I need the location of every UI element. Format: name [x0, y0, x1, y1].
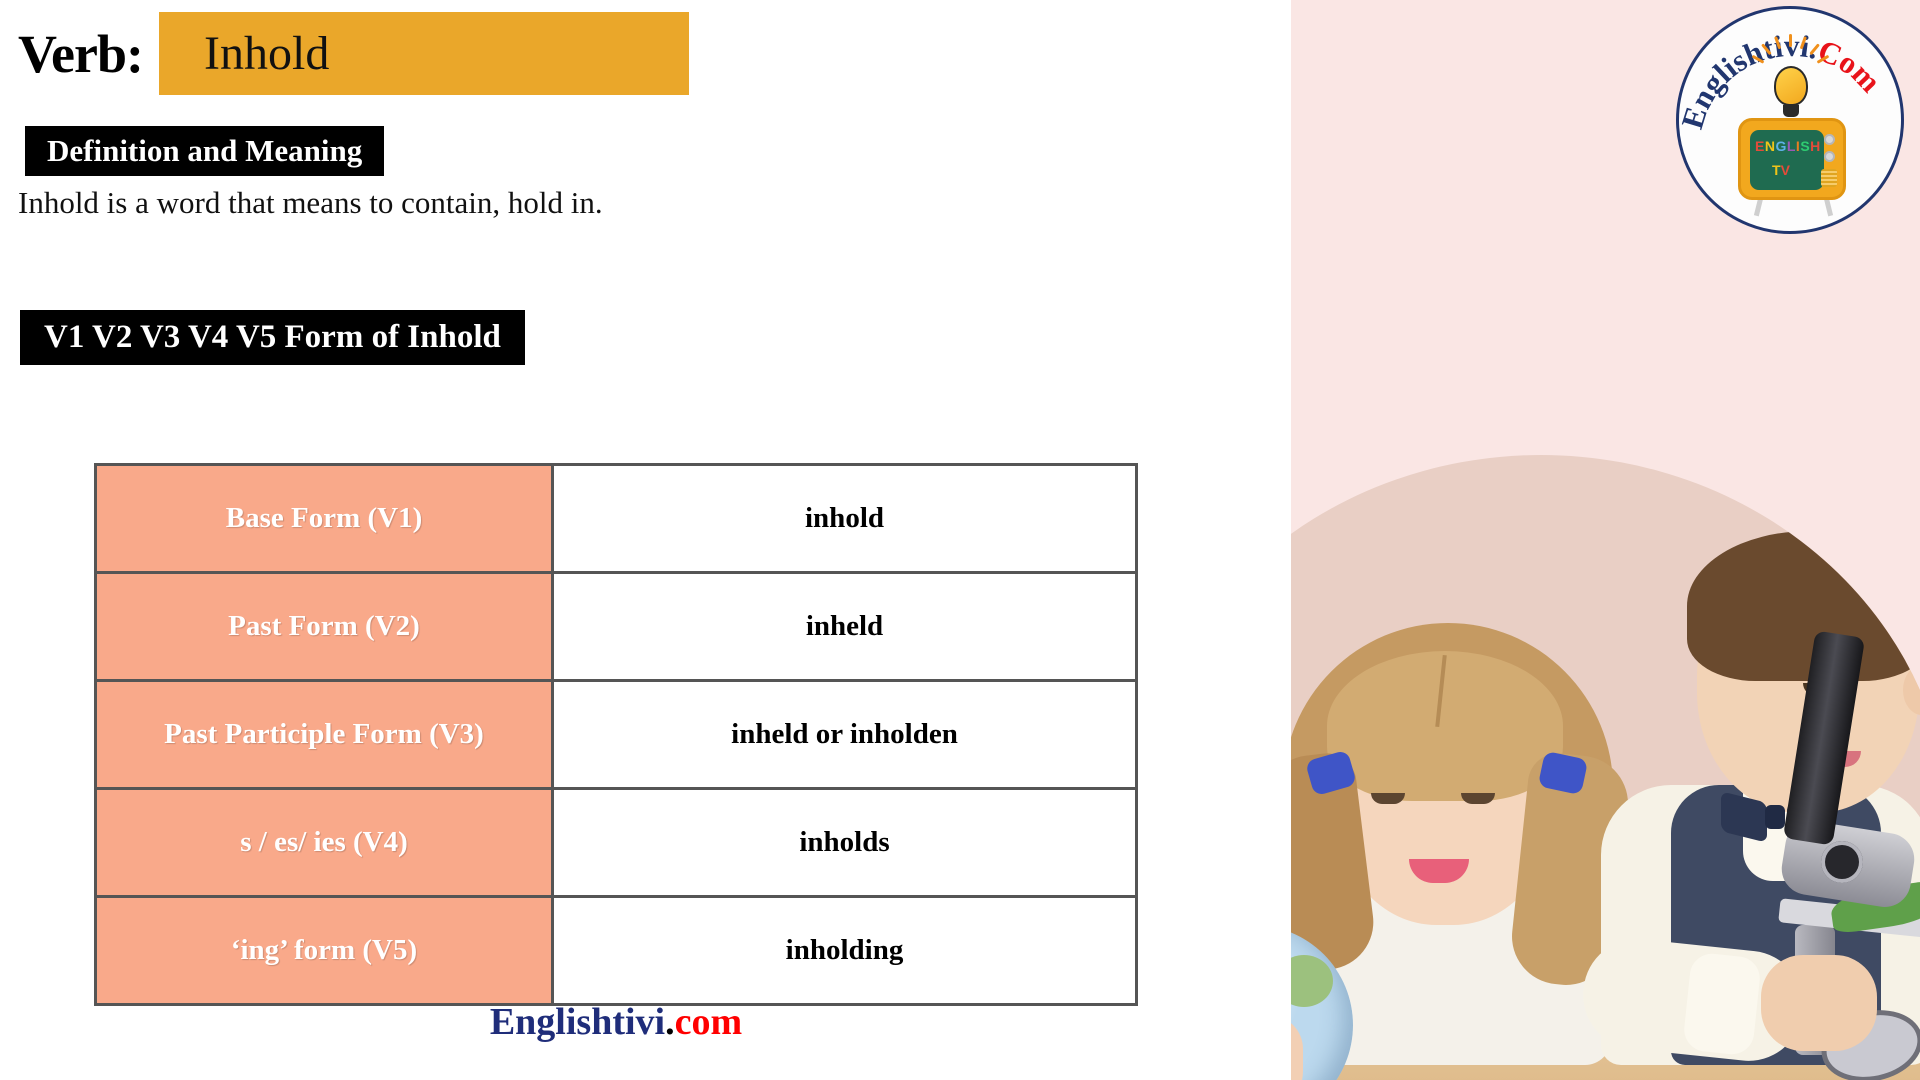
- footer-brand-dot: .: [665, 1001, 675, 1043]
- form-value-v4: inholds: [551, 787, 1138, 898]
- forms-section-badge: V1 V2 V3 V4 V5 Form of Inhold: [20, 310, 525, 365]
- form-label-v3: Past Participle Form (V3): [94, 679, 554, 790]
- tv-knob-icon: [1824, 134, 1835, 145]
- globe-landmass: [1291, 955, 1333, 1007]
- boy-cuff: [1682, 951, 1762, 1057]
- bulb-ray-icon: [1789, 34, 1792, 47]
- tv-word-top: ENGLISH: [1755, 138, 1821, 154]
- footer-brand[interactable]: Englishtivi.com: [94, 1000, 1138, 1044]
- table-row: Past Participle Form (V3) inheld or inho…: [94, 679, 1138, 790]
- definition-text: Inhold is a word that means to contain, …: [18, 185, 603, 220]
- photo-arch-shape: [1291, 455, 1920, 1080]
- lightbulb-base-icon: [1783, 105, 1799, 117]
- footer-brand-name: Englishtivi: [489, 1001, 666, 1043]
- form-label-v5: ‘ing’ form (V5): [94, 895, 554, 1006]
- verb-heading-row: Verb: Inhold: [18, 12, 689, 95]
- television-icon: ENGLISH TV: [1738, 118, 1846, 200]
- lightbulb-icon: [1774, 66, 1808, 106]
- tv-word-bottom: TV: [1772, 162, 1790, 178]
- form-value-v5: inholding: [551, 895, 1138, 1006]
- form-label-v2: Past Form (V2): [94, 571, 554, 682]
- tv-screen: ENGLISH TV: [1750, 130, 1824, 190]
- footer-brand-tld: com: [674, 1001, 743, 1043]
- form-value-v3: inheld or inholden: [551, 679, 1138, 790]
- logo-arc-red: Com: [1813, 32, 1888, 99]
- form-label-v4: s / es/ ies (V4): [94, 787, 554, 898]
- tv-knob-icon: [1824, 151, 1835, 162]
- form-label-v1: Base Form (V1): [94, 463, 554, 574]
- table-row: s / es/ ies (V4) inholds: [94, 787, 1138, 898]
- verb-word: Inhold: [204, 27, 330, 80]
- verb-forms-table: Base Form (V1) inhold Past Form (V2) inh…: [94, 463, 1138, 1006]
- englishtivi-logo[interactable]: Englishtivi.Com ENGLISH TV: [1676, 6, 1904, 234]
- form-value-v2: inheld: [551, 571, 1138, 682]
- definition-badge: Definition and Meaning: [25, 126, 385, 176]
- table-row: Base Form (V1) inhold: [94, 463, 1138, 574]
- verb-word-box: Inhold: [159, 12, 689, 95]
- form-value-v1: inhold: [551, 463, 1138, 574]
- verb-label: Verb:: [18, 23, 144, 84]
- boy-hand: [1761, 955, 1877, 1051]
- students-photo: [1291, 455, 1920, 1080]
- tv-speaker-grill: [1821, 169, 1837, 187]
- table-row: ‘ing’ form (V5) inholding: [94, 895, 1138, 1006]
- table-row: Past Form (V2) inheld: [94, 571, 1138, 682]
- boy-hair: [1687, 531, 1920, 681]
- microscope-objective-lens: [1821, 841, 1863, 883]
- bowtie-knot: [1765, 805, 1785, 829]
